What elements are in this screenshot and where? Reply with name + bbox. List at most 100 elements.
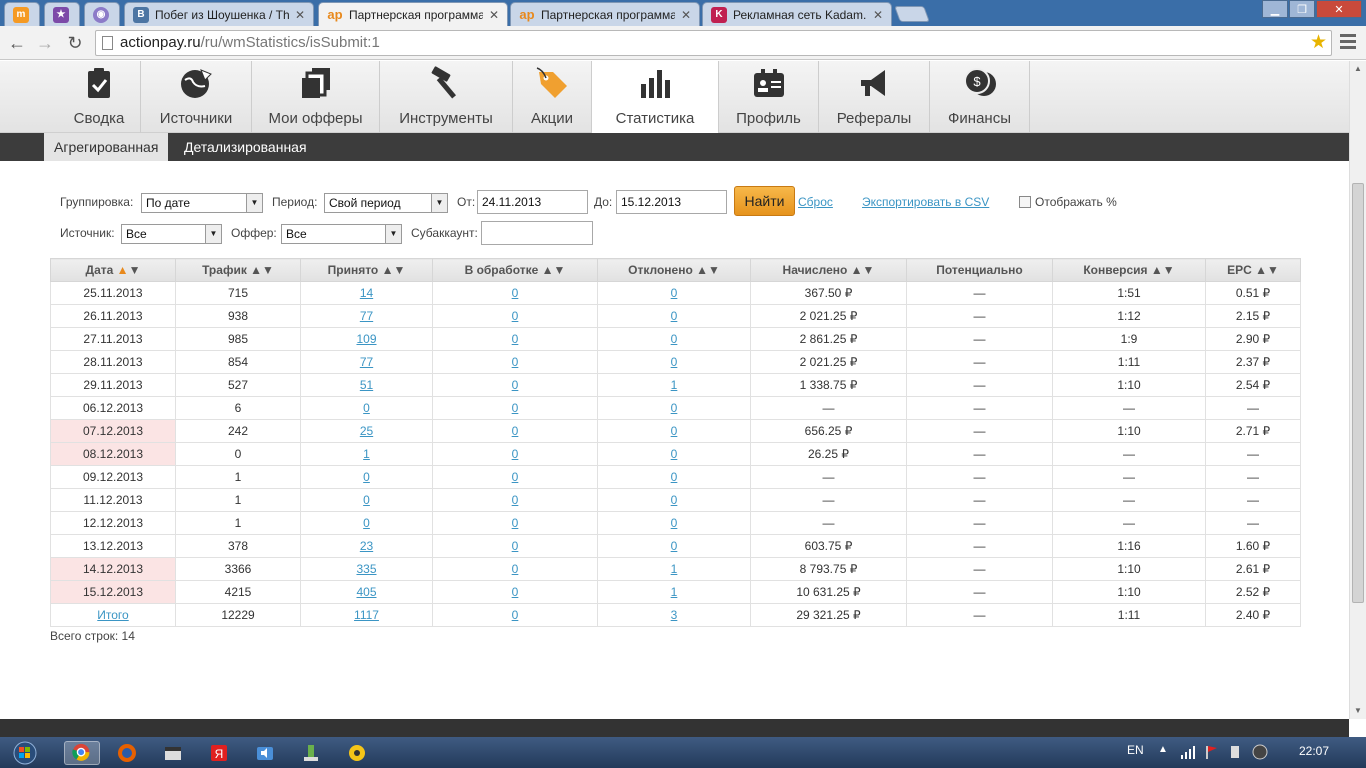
sort-icon[interactable]: ▲▼ [382, 263, 406, 277]
cell-link[interactable]: 0 [512, 424, 519, 438]
cell-link[interactable]: 77 [360, 309, 373, 323]
windows-start-icon[interactable] [12, 741, 38, 765]
column-header-traffic[interactable]: Трафик ▲▼ [175, 258, 301, 282]
media-player-taskbar-icon[interactable] [162, 741, 184, 765]
cell-link[interactable]: 0 [512, 447, 519, 461]
cell-link[interactable]: 0 [512, 493, 519, 507]
tab-detailed[interactable]: Детализированная [174, 133, 317, 161]
chrome-taskbar-icon[interactable] [64, 741, 100, 765]
cell-link[interactable]: 0 [671, 470, 678, 484]
cell-link[interactable]: 0 [363, 516, 370, 530]
cell-link[interactable]: 0 [512, 562, 519, 576]
nav-item-profile[interactable]: Профиль [719, 61, 819, 133]
scroll-down-icon[interactable]: ▼ [1350, 703, 1366, 719]
browser-tab[interactable]: B Побег из Шоушенка / Th ✕ [124, 2, 314, 26]
maximize-button[interactable]: ❐ [1289, 0, 1315, 18]
cell-link[interactable]: 1117 [354, 608, 379, 622]
sort-icon[interactable]: ▲▼ [542, 263, 566, 277]
cell-link[interactable]: 51 [360, 378, 373, 392]
date-to-input[interactable]: 15.12.2013 [616, 190, 727, 214]
column-header-earned[interactable]: Начислено ▲▼ [750, 258, 907, 282]
browser-tab[interactable]: ap Партнерская программа ✕ [510, 2, 700, 26]
nav-item-referrals[interactable]: Рефералы [819, 61, 930, 133]
cell-link[interactable]: 77 [360, 355, 373, 369]
sort-icon[interactable]: ▲▼ [117, 263, 141, 277]
period-select[interactable]: Свой период ▼ [324, 193, 448, 213]
tab-aggregated[interactable]: Агрегированная [44, 133, 169, 161]
close-tab-icon[interactable]: ✕ [873, 8, 883, 22]
total-link[interactable]: Итого [97, 608, 128, 622]
forward-arrow-icon[interactable]: → [34, 32, 56, 54]
cell-link[interactable]: 0 [512, 516, 519, 530]
cell-link[interactable]: 14 [360, 286, 373, 300]
usb-device-icon[interactable] [1228, 745, 1242, 759]
cell-link[interactable]: 0 [671, 401, 678, 415]
language-indicator[interactable]: EN [1127, 743, 1144, 757]
network-signal-icon[interactable] [1180, 745, 1196, 759]
cell-link[interactable]: 0 [671, 286, 678, 300]
sort-icon[interactable]: ▲▼ [1151, 263, 1175, 277]
column-header-accepted[interactable]: Принято ▲▼ [300, 258, 433, 282]
cell-link[interactable]: 1 [671, 562, 678, 576]
date-from-input[interactable]: 24.11.2013 [477, 190, 588, 214]
nav-item-promotions[interactable]: Акции [513, 61, 592, 133]
nav-item-tools[interactable]: Инструменты [380, 61, 513, 133]
sort-icon[interactable]: ▲▼ [696, 263, 720, 277]
clock[interactable]: 22:07 [1299, 744, 1329, 758]
cell-link[interactable]: 0 [671, 332, 678, 346]
cell-link[interactable]: 0 [363, 470, 370, 484]
utility-taskbar-icon[interactable] [300, 741, 322, 765]
cell-link[interactable]: 109 [356, 332, 376, 346]
cell-link[interactable]: 405 [356, 585, 376, 599]
nav-item-my-offers[interactable]: Мои офферы [252, 61, 380, 133]
cell-link[interactable]: 0 [512, 608, 519, 622]
address-bar[interactable]: actionpay.ru/ru/wmStatistics/isSubmit:1 … [95, 30, 1332, 56]
sort-icon[interactable]: ▲▼ [1255, 263, 1279, 277]
browser-tab[interactable]: ◉ [84, 2, 120, 26]
cell-link[interactable]: 0 [512, 355, 519, 369]
cell-link[interactable]: 0 [671, 539, 678, 553]
cell-link[interactable]: 0 [512, 332, 519, 346]
cell-link[interactable]: 0 [512, 470, 519, 484]
close-tab-icon[interactable]: ✕ [295, 8, 305, 22]
volume-icon[interactable] [1252, 744, 1268, 760]
cell-link[interactable]: 1 [671, 378, 678, 392]
cell-link[interactable]: 0 [512, 401, 519, 415]
column-header-date[interactable]: Дата ▲▼ [50, 258, 176, 282]
bookmark-star-icon[interactable]: ★ [1310, 31, 1327, 55]
window-close-button[interactable]: ✕ [1316, 0, 1362, 18]
reset-link[interactable]: Сброс [798, 191, 833, 213]
column-header-processing[interactable]: В обработке ▲▼ [432, 258, 598, 282]
cell-link[interactable]: 1 [671, 585, 678, 599]
cell-link[interactable]: 3 [671, 608, 678, 622]
new-tab-button[interactable] [894, 6, 930, 22]
scrollbar-thumb[interactable] [1352, 183, 1364, 603]
cell-link[interactable]: 0 [512, 378, 519, 392]
browser-tab[interactable]: ★ [44, 2, 80, 26]
grouping-select[interactable]: По дате ▼ [141, 193, 263, 213]
reload-icon[interactable]: ↻ [64, 32, 86, 54]
page-scrollbar[interactable]: ▲ ▼ [1349, 61, 1366, 719]
cell-link[interactable]: 0 [671, 309, 678, 323]
browser-tab[interactable]: m [4, 2, 40, 26]
cell-link[interactable]: 0 [512, 539, 519, 553]
back-arrow-icon[interactable]: ← [6, 32, 28, 54]
offer-select[interactable]: Все ▼ [281, 224, 402, 244]
column-header-epc[interactable]: EPC ▲▼ [1205, 258, 1301, 282]
cell-link[interactable]: 0 [671, 447, 678, 461]
find-button[interactable]: Найти [734, 186, 795, 216]
messenger-taskbar-icon[interactable] [346, 741, 368, 765]
nav-item-sources[interactable]: Источники [141, 61, 252, 133]
browser-tab-active[interactable]: ap Партнерская программа ✕ [318, 2, 508, 26]
nav-item-statistics[interactable]: Статистика [592, 61, 719, 134]
sort-icon[interactable]: ▲▼ [250, 263, 274, 277]
source-select[interactable]: Все ▼ [121, 224, 222, 244]
cell-link[interactable]: 0 [671, 355, 678, 369]
browser-menu-icon[interactable] [1340, 34, 1356, 50]
cell-link[interactable]: 0 [363, 493, 370, 507]
column-header-rejected[interactable]: Отклонено ▲▼ [597, 258, 751, 282]
browser-tab[interactable]: K Рекламная сеть Kadam.ru ✕ [702, 2, 892, 26]
show-hidden-icons[interactable]: ▲ [1158, 744, 1168, 755]
cell-link[interactable]: 0 [363, 401, 370, 415]
subaccount-input[interactable] [481, 221, 593, 245]
